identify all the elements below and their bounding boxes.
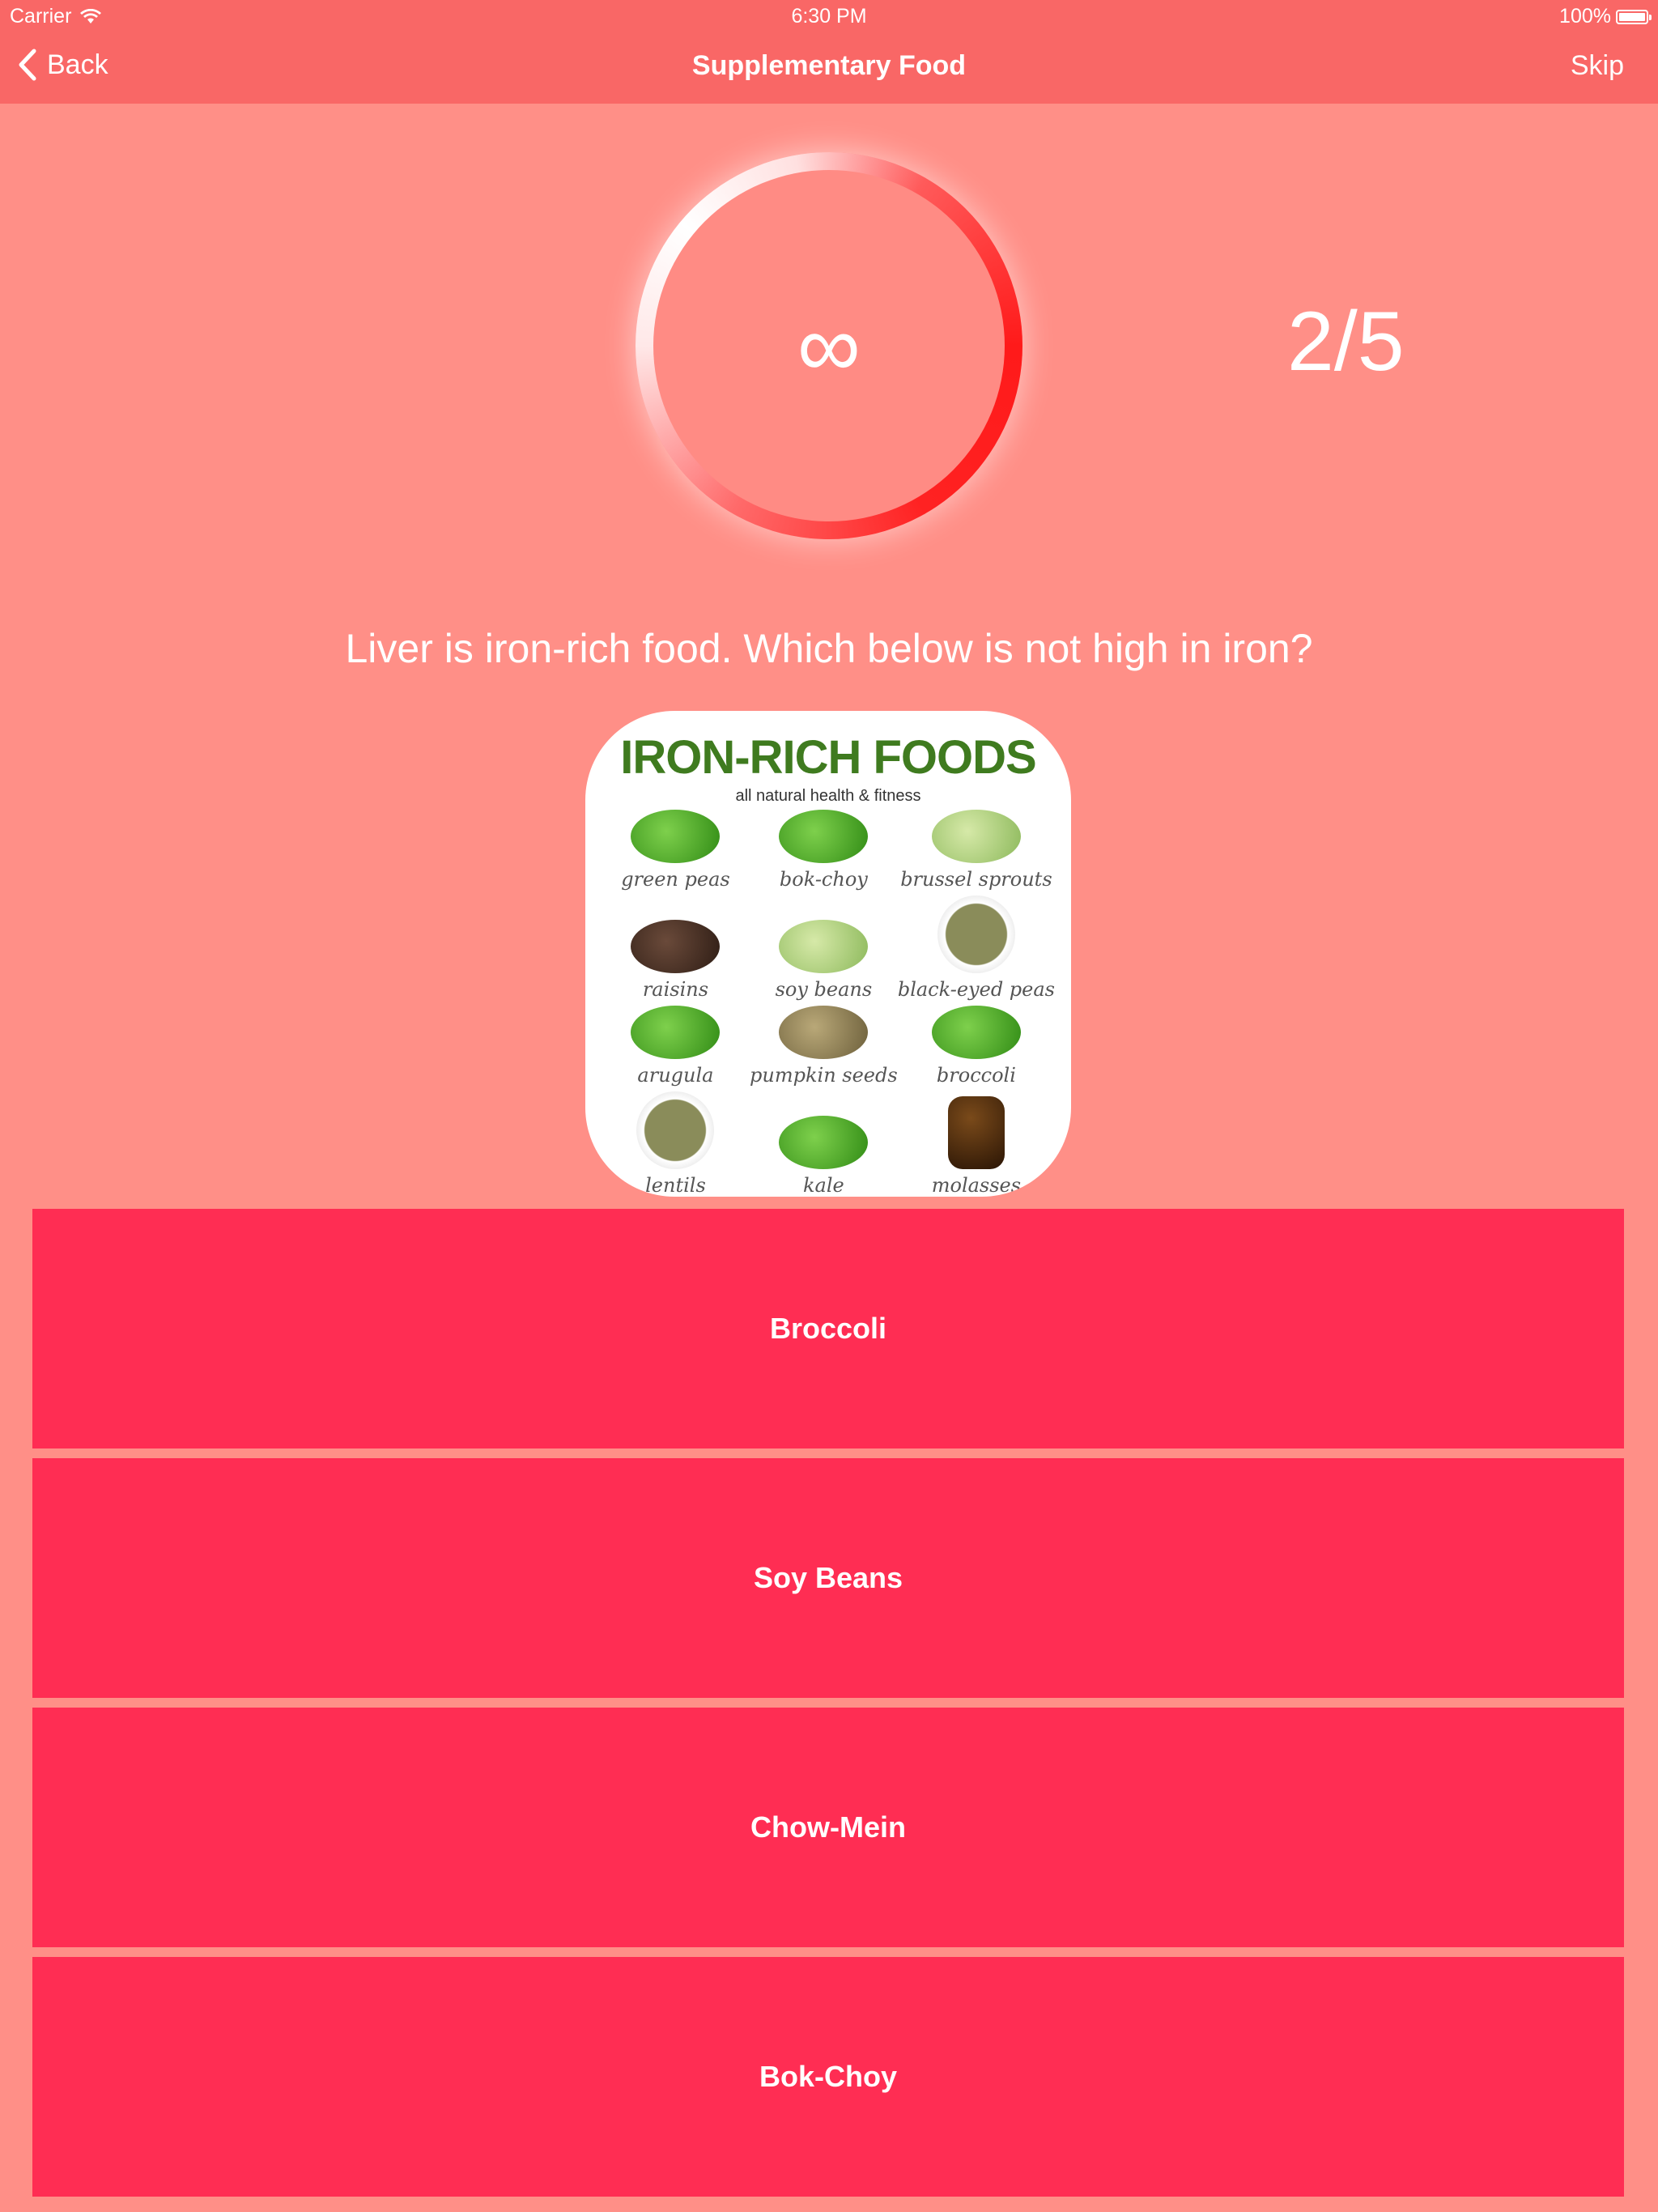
battery-percent: 100% [1559,5,1611,28]
answer-button-chow-mein[interactable]: Chow-Mein [32,1708,1624,1947]
status-time: 6:30 PM [791,5,867,28]
pumpkin-seeds-icon [779,1006,869,1059]
countdown-timer: ∞ [636,152,1022,539]
food-item: broccoli [898,1006,1055,1091]
food-item: raisins [602,895,750,1006]
top-bar: Carrier 6:30 PM 100% Back Supplementary … [0,0,1658,104]
food-label: arugula [637,1064,714,1087]
kale-icon [779,1116,869,1169]
infinity-icon: ∞ [653,170,1005,521]
food-item: arugula [602,1006,750,1091]
battery-icon [1616,9,1652,24]
image-subtitle: all natural health & fitness [735,787,921,805]
bok-choy-icon [779,810,869,863]
answer-list: Broccoli Soy Beans Chow-Mein Bok-Choy [32,1209,1624,2206]
brussel-sprouts-icon [931,810,1021,863]
raisins-icon [631,920,721,973]
answer-button-bok-choy[interactable]: Bok-Choy [32,1957,1624,2197]
answer-button-broccoli[interactable]: Broccoli [32,1209,1624,1448]
food-label: black-eyed peas [897,978,1055,1001]
food-item: molasses [898,1091,1055,1197]
status-battery: 100% [1559,5,1652,28]
food-item: soy beans [750,895,898,1006]
food-label: molasses [931,1174,1022,1197]
food-label: lentils [645,1174,706,1197]
question-progress: 2/5 [1287,295,1405,389]
question-text: Liver is iron-rich food. Which below is … [345,626,1313,671]
answer-button-soy-beans[interactable]: Soy Beans [32,1458,1624,1698]
food-item: pumpkin seeds [750,1006,898,1091]
food-label: brussel sprouts [900,868,1052,891]
soy-beans-icon [779,920,869,973]
broccoli-icon [931,1006,1021,1059]
food-label: raisins [642,978,709,1001]
food-item: brussel sprouts [898,810,1055,895]
food-label: bok-choy [779,868,868,891]
food-item: bok-choy [750,810,898,895]
skip-button[interactable]: Skip [1571,50,1624,82]
arugula-icon [631,1006,721,1059]
image-title: IRON-RICH FOODS [620,731,1036,784]
food-label: green peas [621,868,730,891]
black-eyed-peas-icon [937,895,1015,973]
peas-icon [631,810,721,863]
food-grid: green peas bok-choy brussel sprouts rais… [602,810,1055,1197]
food-item: green peas [602,810,750,895]
molasses-icon [947,1096,1005,1169]
question-image: IRON-RICH FOODS all natural health & fit… [585,711,1071,1197]
food-label: soy beans [775,978,873,1001]
food-item: kale [750,1091,898,1197]
food-label: broccoli [936,1064,1016,1087]
page-title: Supplementary Food [691,50,967,81]
food-item: lentils [602,1091,750,1197]
food-label: kale [803,1174,844,1197]
lentils-icon [636,1091,715,1169]
food-item: black-eyed peas [898,895,1055,1006]
food-label: pumpkin seeds [750,1064,898,1087]
